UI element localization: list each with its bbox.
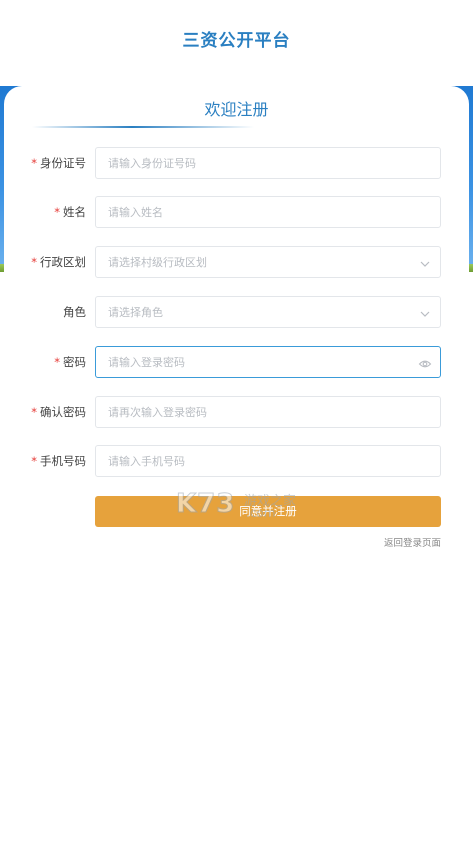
chevron-down-icon (418, 306, 432, 320)
form-row-confirm-password: * 确认密码 (4, 396, 469, 428)
required-mark: * (31, 454, 37, 468)
register-card: 欢迎注册 *身份证号 *姓名 *行政区划 角色 (4, 86, 469, 841)
label-role: 角色 (63, 305, 86, 319)
password-input[interactable] (96, 347, 440, 377)
label-name: * 姓名 (54, 205, 86, 219)
required-mark: * (54, 205, 60, 219)
watermark-com: .com (246, 506, 276, 520)
label-confirm-password: * 确认密码 (31, 405, 86, 419)
phone-field[interactable] (95, 445, 441, 477)
name-input[interactable] (96, 197, 440, 227)
required-mark: * (31, 405, 37, 419)
eye-icon[interactable] (418, 356, 432, 370)
required-mark: * (31, 156, 37, 170)
region-select[interactable] (95, 246, 441, 278)
required-mark: * (54, 355, 60, 369)
app-title: 三资公开平台 (182, 31, 291, 51)
label-region: * 行政区划 (31, 255, 86, 269)
form-row-name: * 姓名 (4, 196, 469, 228)
name-field[interactable] (95, 196, 441, 228)
confirm-password-field[interactable] (95, 396, 441, 428)
form-row-role: 角色 (4, 296, 469, 328)
required-mark: * (31, 255, 37, 269)
confirm-password-input[interactable] (96, 397, 440, 427)
role-select-input[interactable] (96, 297, 440, 327)
password-field[interactable] (95, 346, 441, 378)
form-row-phone: * 手机号码 (4, 445, 469, 477)
label-id-number: * 身份证号 (31, 156, 86, 170)
watermark-logo: K73 游戏之家 .com (175, 489, 306, 523)
label-password: * 密码 (54, 355, 86, 369)
id-number-field[interactable] (95, 147, 441, 179)
chevron-down-icon (418, 256, 432, 270)
phone-input[interactable] (96, 446, 440, 476)
role-select[interactable] (95, 296, 441, 328)
form-row-password: * 密码 (4, 346, 469, 378)
form-row-id-number: * 身份证号 (4, 147, 469, 179)
label-phone: * 手机号码 (31, 454, 86, 468)
watermark-main: K73 (175, 489, 236, 520)
card-title: 欢迎注册 (204, 100, 269, 119)
form-row-region: * 行政区划 (4, 246, 469, 278)
back-to-login-link[interactable]: 返回登录页面 (384, 535, 441, 549)
id-number-input[interactable] (96, 148, 440, 178)
title-underline (32, 126, 254, 128)
region-select-input[interactable] (96, 247, 440, 277)
